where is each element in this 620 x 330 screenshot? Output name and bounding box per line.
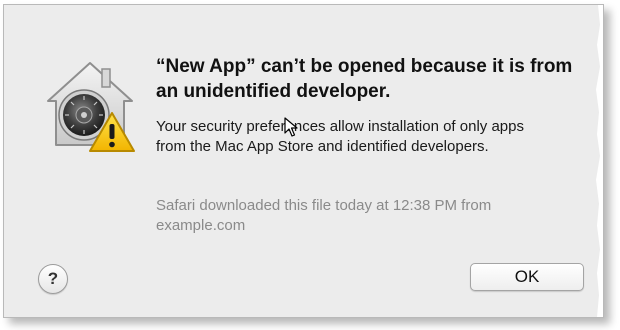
ok-button[interactable]: OK	[470, 263, 584, 291]
security-alert-dialog: “New App” can’t be opened because it is …	[3, 4, 604, 318]
dialog-title: “New App” can’t be opened because it is …	[156, 56, 573, 102]
help-button[interactable]: ?	[38, 264, 68, 294]
gatekeeper-warning-icon	[47, 62, 135, 152]
torn-edge-decoration	[596, 5, 603, 317]
mouse-cursor-icon	[284, 117, 298, 137]
download-source-info: Safari downloaded this file today at 12:…	[156, 197, 492, 234]
dialog-message: Your security preferences allow installa…	[156, 118, 524, 155]
